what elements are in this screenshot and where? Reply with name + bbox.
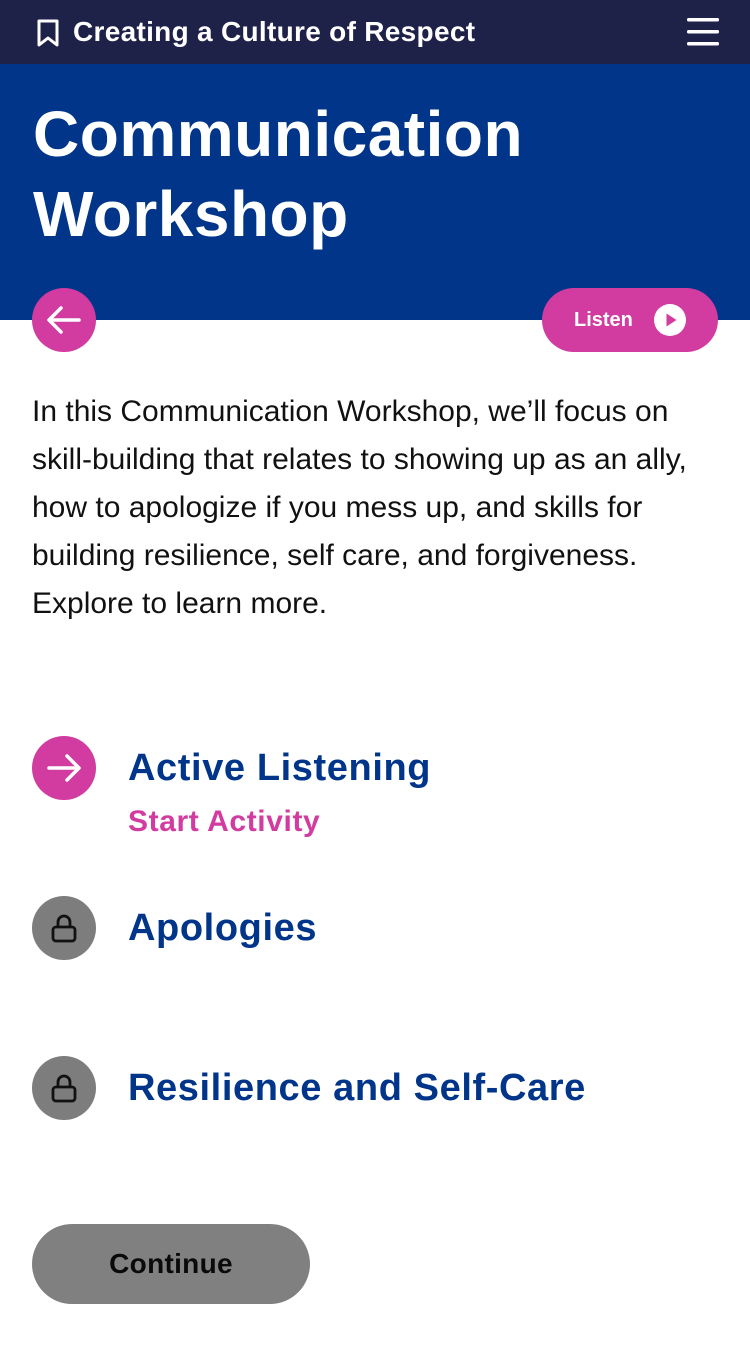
hamburger-menu-icon[interactable]	[686, 16, 720, 48]
back-button[interactable]	[32, 288, 96, 352]
activity-item-active-listening[interactable]: Active Listening Start Activity	[32, 736, 722, 846]
intro-paragraph: In this Communication Workshop, we’ll fo…	[32, 395, 687, 620]
activity-title: Resilience and Self-Care	[128, 1067, 586, 1109]
listen-button-label: Listen	[574, 309, 633, 331]
arrow-left-icon	[47, 306, 81, 334]
continue-button[interactable]: Continue	[32, 1224, 310, 1304]
bookmark-icon[interactable]	[34, 18, 62, 48]
activity-title[interactable]: Active Listening	[128, 744, 431, 792]
lock-icon	[51, 914, 77, 943]
top-bar: Creating a Culture of Respect	[0, 0, 750, 64]
activity-item-apologies: Apologies	[32, 896, 722, 960]
listen-button[interactable]: Listen	[542, 288, 718, 352]
activity-title: Apologies	[128, 907, 318, 949]
arrow-right-icon	[47, 754, 81, 782]
lock-icon	[51, 1074, 77, 1103]
hero-banner: Communication Workshop	[0, 64, 750, 320]
start-activity-link[interactable]: Start Activity	[128, 804, 320, 840]
activity-item-resilience: Resilience and Self-Care	[32, 1056, 722, 1120]
page-title: Communication Workshop	[33, 98, 524, 250]
play-icon	[654, 304, 686, 336]
locked-indicator	[32, 896, 96, 960]
activity-start-button[interactable]	[32, 736, 96, 800]
locked-indicator	[32, 1056, 96, 1120]
app-title: Creating a Culture of Respect	[73, 16, 476, 47]
